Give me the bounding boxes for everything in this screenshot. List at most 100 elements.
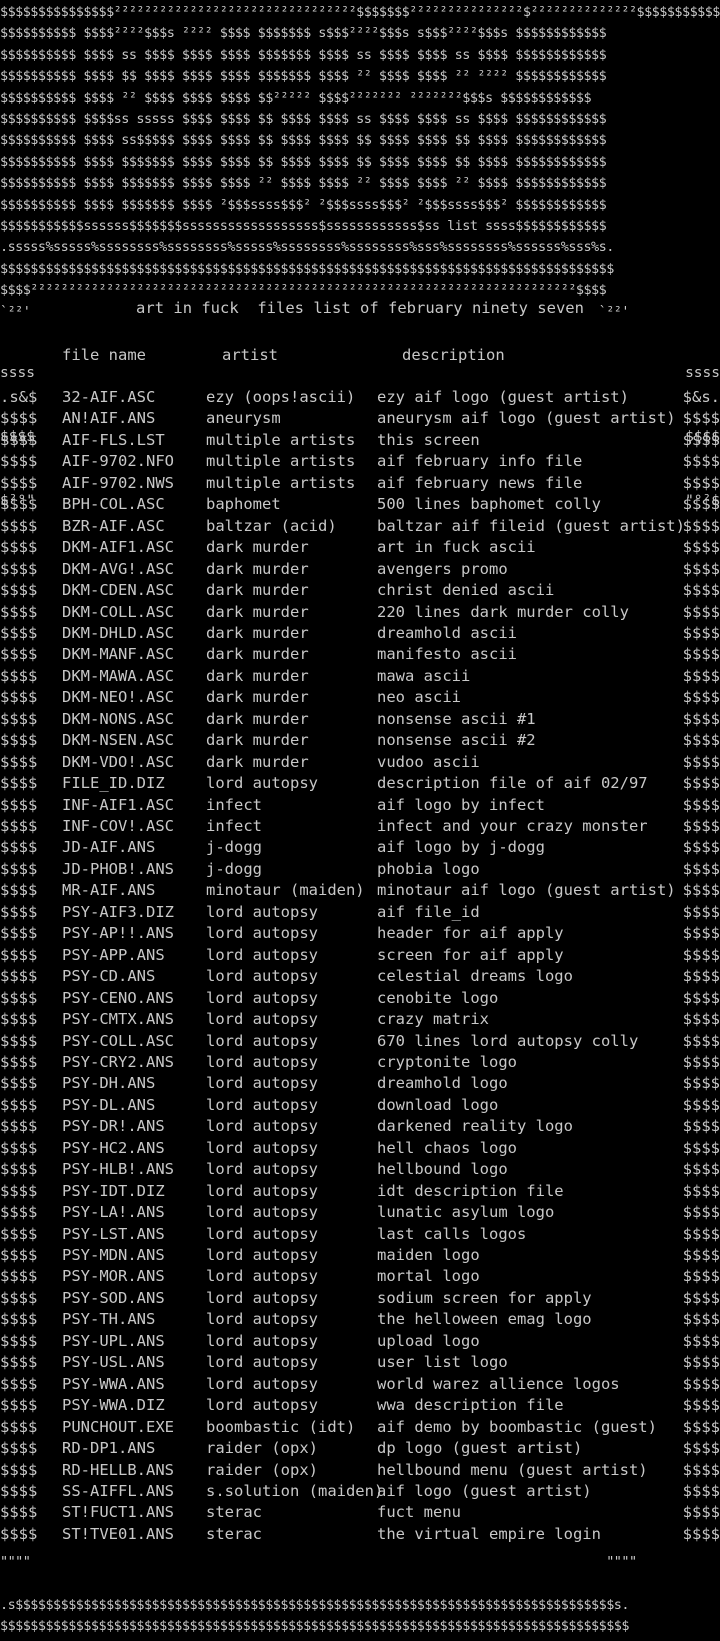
file-row: $$$$ INF-AIF1.ASC infect aif logo by infect… <box>0 795 720 816</box>
row-right-border: $$$$ <box>682 516 720 535</box>
file-row: $$$$ DKM-NEO!.ASC dark murder neo ascii $$$$ <box>0 687 720 708</box>
file-artist: dark murder <box>206 623 309 642</box>
file-description: aif file_id <box>377 902 480 921</box>
file-artist: aneurysm <box>206 409 281 428</box>
file-description: cenobite logo <box>377 988 499 1007</box>
file-description: avengers promo <box>377 559 508 578</box>
row-left-border: $$$$ <box>0 1460 38 1479</box>
file-row: $$$$ PSY-LA!.ANS lord autopsy lunatic asylu… <box>0 1202 720 1223</box>
file-description: mortal logo <box>377 1267 480 1286</box>
file-artist: baltzar (acid) <box>206 516 337 535</box>
file-row: $$$$ BZR-AIF.ASC baltzar (acid) baltzar aif… <box>0 516 720 537</box>
file-artist: infect <box>206 795 262 814</box>
file-artist: lord autopsy <box>206 1310 318 1329</box>
file-description: last calls logos <box>377 1224 527 1243</box>
file-artist: lord autopsy <box>206 1267 318 1286</box>
file-description: infect and your crazy monster <box>377 817 648 835</box>
file-name: JD-PHOB!.ANS <box>62 859 174 878</box>
row-left-border: $$$$ <box>0 709 38 728</box>
row-right-border: $$$$ <box>682 1331 720 1350</box>
file-name: DKM-MANF.ASC <box>62 645 174 664</box>
row-left-border: $$$$ <box>0 945 38 964</box>
row-right-border: $$$$ <box>682 1374 720 1393</box>
row-right-border: $$$$ <box>682 967 720 986</box>
file-row: $$$$ PSY-USL.ANS lord autopsy user list log… <box>0 1352 720 1373</box>
file-row: $$$$ PSY-WWA.DIZ lord autopsy wwa descripti… <box>0 1395 720 1416</box>
row-left-border: $$$$ <box>0 1288 38 1307</box>
file-row: $$$$ PSY-MOR.ANS lord autopsy mortal logo $$… <box>0 1266 720 1287</box>
row-right-border: $$$$ <box>682 1460 720 1479</box>
footer-border: """" """" .s$$$$$$$$$$$$$$$$$$$$$$$$$$$$… <box>0 1554 637 1641</box>
file-name: 32-AIF.ASC <box>62 388 156 406</box>
file-description: dp logo (guest artist) <box>377 1439 583 1458</box>
column-header-artist: artist <box>222 346 278 364</box>
file-artist: lord autopsy <box>206 1224 318 1243</box>
row-left-border: $$$$ <box>0 1374 38 1393</box>
row-left-border: $$$$ <box>0 1138 38 1157</box>
row-left-border: $$$$ <box>0 623 38 642</box>
row-right-border: $$$$ <box>682 1246 720 1264</box>
row-left-border: $$$$ <box>0 409 38 428</box>
row-right-border: $$$$ <box>682 1396 720 1415</box>
file-description: dreamhold ascii <box>377 623 517 642</box>
row-right-border: $$$$ <box>682 1052 720 1071</box>
row-left-border: $$$$ <box>0 1503 38 1522</box>
file-name: DKM-NSEN.ASC <box>62 731 174 750</box>
row-left-border: $$$$ <box>0 1203 38 1222</box>
file-row: $$$$ DKM-NONS.ASC dark murder nonsense asci… <box>0 709 720 730</box>
file-name: PSY-DH.ANS <box>62 1074 156 1093</box>
file-name: DKM-DHLD.ASC <box>62 623 174 642</box>
file-name: PSY-USL.ANS <box>62 1353 165 1372</box>
row-right-border: $$$$ <box>682 709 720 728</box>
file-description: vudoo ascii <box>377 752 480 771</box>
file-row: $$$$ PSY-CMTX.ANS lord autopsy crazy matrix… <box>0 1009 720 1030</box>
file-artist: lord autopsy <box>206 988 318 1007</box>
row-left-border: $$$$ <box>0 1010 38 1029</box>
row-left-border: $$$$ <box>0 473 38 492</box>
file-artist: minotaur (maiden) <box>206 881 365 900</box>
row-left-border: $$$$ <box>0 1524 38 1543</box>
row-right-border: $$$$ <box>682 1524 720 1543</box>
row-right-border: $$$$ <box>682 602 720 621</box>
file-name: ST!TVE01.ANS <box>62 1524 174 1543</box>
file-row: $$$$ AIF-9702.NFO multiple artists aif febr… <box>0 451 720 472</box>
row-left-border: $$$$ <box>0 902 38 921</box>
file-name: DKM-CDEN.ASC <box>62 581 174 600</box>
row-left-border: $$$$ <box>0 452 38 471</box>
file-description: user list logo <box>377 1353 508 1372</box>
file-name: PSY-APP.ANS <box>62 945 165 964</box>
file-artist: lord autopsy <box>206 967 318 986</box>
file-description: fuct menu <box>377 1503 461 1522</box>
row-left-border: $$$$ <box>0 1396 38 1415</box>
file-artist: lord autopsy <box>206 1246 318 1264</box>
row-right-border: $$$$ <box>682 1138 720 1157</box>
file-row: $$$$ AIF-9702.NWS multiple artists aif febr… <box>0 473 720 494</box>
file-artist: dark murder <box>206 666 309 685</box>
row-right-border: $$$$ <box>682 1010 720 1029</box>
file-name: PSY-DR!.ANS <box>62 1117 165 1136</box>
border-glyphs: ssss <box>685 364 720 381</box>
row-right-border: $$$$ <box>682 623 720 642</box>
file-row: $$$$ SS-AIFFL.ANS s.solution (maiden) aif l… <box>0 1481 720 1502</box>
row-right-border: $$$$ <box>682 795 720 814</box>
row-left-border: $$$$ <box>0 1031 38 1050</box>
file-description: description file of aif 02/97 <box>377 774 648 793</box>
file-name: MR-AIF.ANS <box>62 881 156 900</box>
row-right-border: $$$$ <box>682 1160 720 1179</box>
file-description: ezy aif logo (guest artist) <box>377 388 629 406</box>
file-artist: boombastic (idt) <box>206 1417 356 1436</box>
file-name: DKM-VDO!.ASC <box>62 752 174 771</box>
file-name: DKM-AVG!.ASC <box>62 559 174 578</box>
row-left-border: $$$$ <box>0 1117 38 1136</box>
row-left-border: $$$$ <box>0 859 38 878</box>
row-right-border: $$$$ <box>682 409 720 428</box>
file-artist: multiple artists <box>206 473 356 492</box>
aif-logo-banner: $$$$$$$$$$$$$$$²²²²²²²²²²²²²²²²²²²²²²²²²… <box>0 4 720 320</box>
file-description: lunatic asylum logo <box>377 1203 555 1222</box>
row-left-border: .s&$ <box>0 388 38 406</box>
row-right-border: $&s. <box>682 388 720 406</box>
row-right-border: $$$$ <box>682 452 720 471</box>
file-description: phobia logo <box>377 859 480 878</box>
row-right-border: $$$$ <box>682 1203 720 1222</box>
file-row: $$$$ DKM-COLL.ASC dark murder 220 lines dar… <box>0 602 720 623</box>
